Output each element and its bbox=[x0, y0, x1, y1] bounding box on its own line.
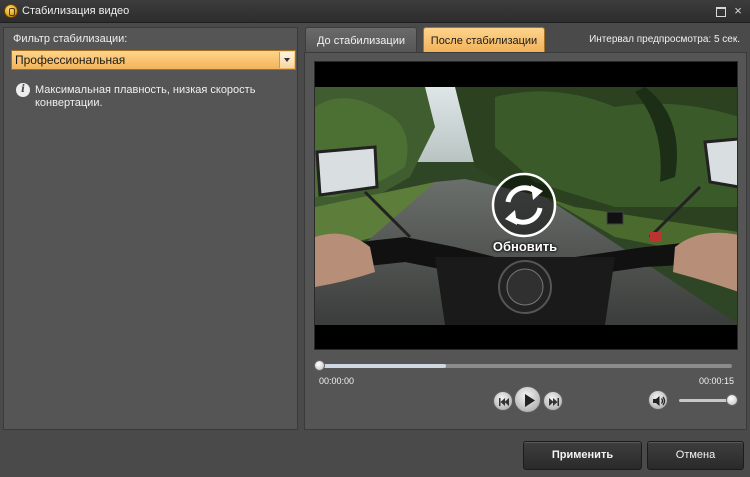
chevron-down-icon[interactable] bbox=[279, 52, 294, 68]
current-time: 00:00:00 bbox=[319, 376, 355, 386]
maximize-icon[interactable] bbox=[712, 3, 728, 19]
filter-select-value: Профессиональная bbox=[15, 53, 126, 67]
refresh-icon[interactable] bbox=[491, 172, 557, 238]
refresh-label[interactable]: Обновить bbox=[480, 239, 570, 254]
tab-after-stabilization[interactable]: После стабилизации bbox=[423, 27, 545, 53]
cancel-button[interactable]: Отмена bbox=[647, 441, 744, 470]
info-icon: i bbox=[16, 83, 30, 97]
volume-icon bbox=[653, 396, 666, 406]
volume-slider[interactable] bbox=[679, 394, 738, 406]
preview-tabs: До стабилизации После стабилизации Интер… bbox=[305, 27, 745, 53]
preview-interval-label: Интервал предпросмотра: 5 сек. bbox=[589, 34, 740, 45]
preview-panel: Обновить 00:00:00 00:00:15 bbox=[304, 52, 747, 430]
tab-before-stabilization[interactable]: До стабилизации bbox=[305, 27, 417, 53]
skip-forward-icon bbox=[549, 398, 559, 406]
filter-description: Максимальная плавность, низкая скорость … bbox=[35, 84, 256, 109]
volume-thumb[interactable] bbox=[726, 394, 738, 406]
skip-forward-button[interactable] bbox=[543, 391, 563, 411]
play-button[interactable] bbox=[514, 386, 541, 413]
stabilization-filter-select[interactable]: Профессиональная bbox=[11, 50, 296, 70]
total-time: 00:00:15 bbox=[698, 376, 734, 386]
seek-progress bbox=[318, 364, 447, 368]
apply-button[interactable]: Применить bbox=[523, 441, 642, 470]
title-bar: Стабилизация видео × bbox=[0, 0, 750, 23]
seek-bar[interactable] bbox=[314, 360, 732, 371]
seek-thumb[interactable] bbox=[314, 360, 325, 371]
window-title: Стабилизация видео bbox=[22, 5, 130, 17]
close-icon[interactable]: × bbox=[730, 3, 746, 19]
filter-label: Фильтр стабилизации: bbox=[13, 33, 128, 45]
volume-button[interactable] bbox=[648, 390, 668, 410]
stabilization-settings-panel: Фильтр стабилизации: Профессиональная i … bbox=[3, 27, 298, 430]
app-icon bbox=[4, 4, 18, 18]
skip-back-icon bbox=[499, 398, 509, 406]
play-icon bbox=[525, 394, 535, 407]
video-preview[interactable]: Обновить bbox=[314, 61, 738, 350]
skip-back-button[interactable] bbox=[493, 391, 513, 411]
